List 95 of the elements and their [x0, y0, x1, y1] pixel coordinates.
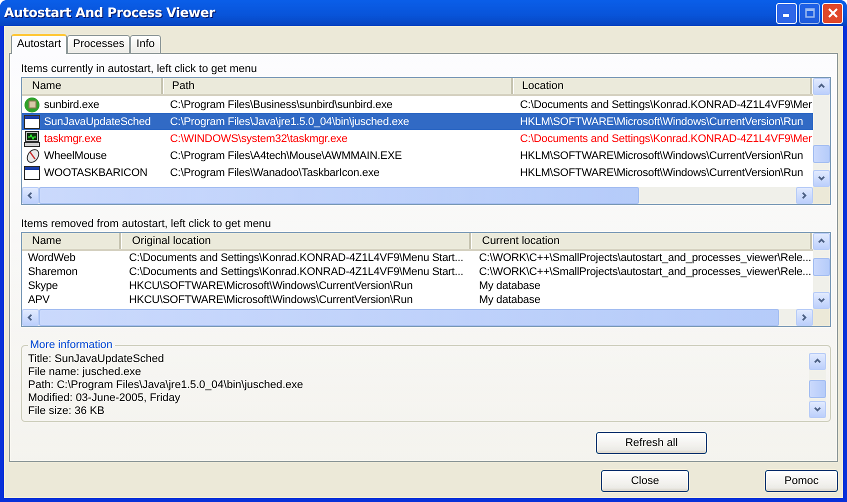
- list-row[interactable]: taskmgr.exe C:\WINDOWS\system32\taskmgr.exe C:\Documents and Settings\Konrad.KONRAD-4Z1L4VF9\Mer: [22, 130, 813, 147]
- list-row[interactable]: Sharemon C:\Documents and Settings\Konrad.KONRAD-4Z1L4VF9\Menu Start... C:\WORK\C++\SmallProjects\autostart_and_processes_viewer\Rele...: [22, 265, 813, 279]
- arrow-left-icon: [26, 191, 35, 200]
- scroll-arrow-button[interactable]: [22, 309, 39, 326]
- arrow-up-icon: [817, 237, 826, 246]
- section-caption: Items removed from autostart, left click to get menu: [21, 217, 272, 231]
- current-location-cell-text: My database: [478, 280, 542, 292]
- scroll-arrow-button[interactable]: [796, 187, 813, 204]
- arrow-right-icon: [800, 313, 809, 322]
- name-cell: SunJavaUpdateSched: [44, 116, 151, 128]
- scroll-arrow-button[interactable]: [813, 292, 830, 309]
- list-row[interactable]: APV HKCU\SOFTWARE\Microsoft\Windows\CurrentVersion\Run My database: [22, 293, 813, 307]
- info-line: File name: jusched.exe: [28, 366, 142, 378]
- arrow-down-icon: [817, 296, 826, 305]
- info-line: File size: 36 KB: [28, 405, 104, 417]
- tab[interactable]: Info: [130, 35, 161, 53]
- original-location-cell-text: C:\Documents and Settings\Konrad.KONRAD-4Z1L4VF9\Menu Start...: [128, 252, 464, 264]
- group-legend: More information: [28, 339, 115, 351]
- path-cell-text: C:\WINDOWS\system32\taskmgr.exe: [169, 132, 348, 144]
- close-window-button[interactable]: [822, 2, 843, 24]
- scrollbar-corner: [813, 309, 830, 326]
- name-cell: WOOTASKBARICON: [44, 166, 148, 178]
- location-cell-text: C:\Documents and Settings\Konrad.KONRAD-4Z1L4VF9\Mer: [519, 132, 813, 144]
- scroll-arrow-button[interactable]: [813, 233, 830, 250]
- window-icon: [24, 114, 40, 130]
- current-location-cell-text: My database: [478, 294, 542, 306]
- scroll-arrow-button[interactable]: [796, 309, 813, 326]
- arrow-up-icon: [817, 82, 826, 91]
- column-header[interactable]: Name: [22, 78, 164, 94]
- mouse-icon: [24, 148, 40, 164]
- original-location-cell-text: HKCU\SOFTWARE\Microsoft\Windows\CurrentVersion\Run: [128, 280, 414, 292]
- arrow-right-icon: [800, 191, 809, 200]
- path-cell-text: C:\Program Files\Business\sunbird\sunbird.exe: [169, 98, 394, 110]
- path-cell-text: C:\Program Files\A4tech\Mouse\AWMMAIN.EXE: [169, 150, 403, 162]
- current-location-cell-text: C:\WORK\C++\SmallProjects\autostart_and_processes_viewer\Rele...: [478, 252, 812, 264]
- maximize-button[interactable]: [799, 2, 820, 24]
- globe-icon: [24, 96, 40, 112]
- window-title: Autostart And Process Viewer: [4, 6, 216, 20]
- scrollbar-corner: [813, 187, 830, 204]
- arrow-up-icon: [813, 357, 822, 366]
- column-header[interactable]: Name: [22, 233, 122, 249]
- tab[interactable]: Processes: [67, 35, 130, 53]
- list-row[interactable]: Skype HKCU\SOFTWARE\Microsoft\Windows\CurrentVersion\Run My database: [22, 279, 813, 293]
- list-row[interactable]: SunJavaUpdateSched C:\Program Files\Java\jre1.5.0_04\bin\jusched.exe HKLM\SOFTWARE\Microsoft\Windows\CurrentVersion\Run: [22, 113, 813, 130]
- name-cell-text: WordWeb: [27, 252, 76, 264]
- scrollbar-thumb[interactable]: [809, 380, 826, 398]
- scroll-arrow-button[interactable]: [22, 187, 39, 204]
- column-header[interactable]: Original location: [122, 233, 472, 249]
- list-row[interactable]: WOOTASKBARICON C:\Program Files\Wanadoo\TaskbarIcon.exe HKLM\SOFTWARE\Microsoft\Windows\CurrentVersion\Run: [22, 164, 813, 181]
- refresh-button[interactable]: Refresh all: [596, 432, 707, 454]
- horizontal-scrollbar[interactable]: [22, 187, 813, 204]
- list-row[interactable]: WheelMouse C:\Program Files\A4tech\Mouse\AWMMAIN.EXE HKLM\SOFTWARE\Microsoft\Windows\CurrentVersion\Run: [22, 147, 813, 164]
- name-cell: sunbird.exe: [44, 98, 100, 110]
- name-cell-text: Sharemon: [27, 266, 79, 278]
- vertical-scrollbar[interactable]: [809, 353, 826, 418]
- path-cell-text: C:\Program Files\Java\jre1.5.0_04\bin\jusched.exe: [169, 116, 410, 128]
- info-line: Title: SunJavaUpdateSched: [28, 353, 164, 365]
- window-icon: [24, 164, 40, 180]
- original-location-cell-text: C:\Documents and Settings\Konrad.KONRAD-4Z1L4VF9\Menu Start...: [128, 266, 464, 278]
- location-cell-text: HKLM\SOFTWARE\Microsoft\Windows\CurrentVersion\Run: [519, 150, 804, 162]
- name-cell: WheelMouse: [44, 150, 107, 162]
- computer-icon: [24, 130, 40, 146]
- arrow-left-icon: [26, 313, 35, 322]
- location-cell-text: HKLM\SOFTWARE\Microsoft\Windows\CurrentVersion\Run: [519, 166, 804, 178]
- list-row[interactable]: WordWeb C:\Documents and Settings\Konrad.KONRAD-4Z1L4VF9\Menu Start... C:\WORK\C++\SmallProjects\autostart_and_processes_viewer\Rele...: [22, 251, 813, 265]
- section-caption: Items currently in autostart, left click to get menu: [21, 62, 258, 76]
- column-header[interactable]: Path: [164, 78, 514, 94]
- dialog-button[interactable]: Close: [601, 470, 689, 492]
- scrollbar-thumb[interactable]: [813, 145, 830, 163]
- tab[interactable]: Autostart: [11, 34, 68, 54]
- info-line: Modified: 03-June-2005, Friday: [28, 392, 180, 404]
- scroll-arrow-button[interactable]: [813, 170, 830, 187]
- location-cell-text: HKLM\SOFTWARE\Microsoft\Windows\CurrentVersion\Run: [519, 116, 804, 128]
- scroll-arrow-button[interactable]: [813, 78, 830, 95]
- maximize-icon: [804, 8, 814, 18]
- scrollbar-thumb[interactable]: [813, 258, 830, 276]
- vertical-scrollbar[interactable]: [813, 78, 830, 187]
- name-cell-text: APV: [27, 294, 51, 306]
- dialog-button[interactable]: Pomoc: [765, 470, 838, 492]
- scroll-arrow-button[interactable]: [809, 353, 826, 370]
- scrollbar-thumb[interactable]: [39, 187, 639, 204]
- current-location-cell-text: C:\WORK\C++\SmallProjects\autostart_and_processes_viewer\Rele...: [478, 266, 812, 278]
- scroll-arrow-button[interactable]: [809, 401, 826, 418]
- location-cell-text: C:\Documents and Settings\Konrad.KONRAD-4Z1L4VF9\Mer: [519, 98, 813, 110]
- name-cell-text: Skype: [27, 280, 59, 292]
- close-icon: [828, 8, 838, 18]
- path-cell-text: C:\Program Files\Wanadoo\TaskbarIcon.exe: [169, 166, 380, 178]
- vertical-scrollbar[interactable]: [813, 233, 830, 309]
- original-location-cell-text: HKCU\SOFTWARE\Microsoft\Windows\CurrentVersion\Run: [128, 294, 414, 306]
- minimize-button[interactable]: [776, 2, 797, 24]
- name-cell: taskmgr.exe: [44, 132, 102, 144]
- info-line: Path: C:\Program Files\Java\jre1.5.0_04\bin\jusched.exe: [28, 379, 304, 391]
- list-row[interactable]: sunbird.exe C:\Program Files\Business\sunbird\sunbird.exe C:\Documents and Settings\Konrad.KONRAD-4Z1L4VF9\Mer: [22, 96, 813, 113]
- arrow-down-icon: [813, 405, 822, 414]
- arrow-down-icon: [817, 174, 826, 183]
